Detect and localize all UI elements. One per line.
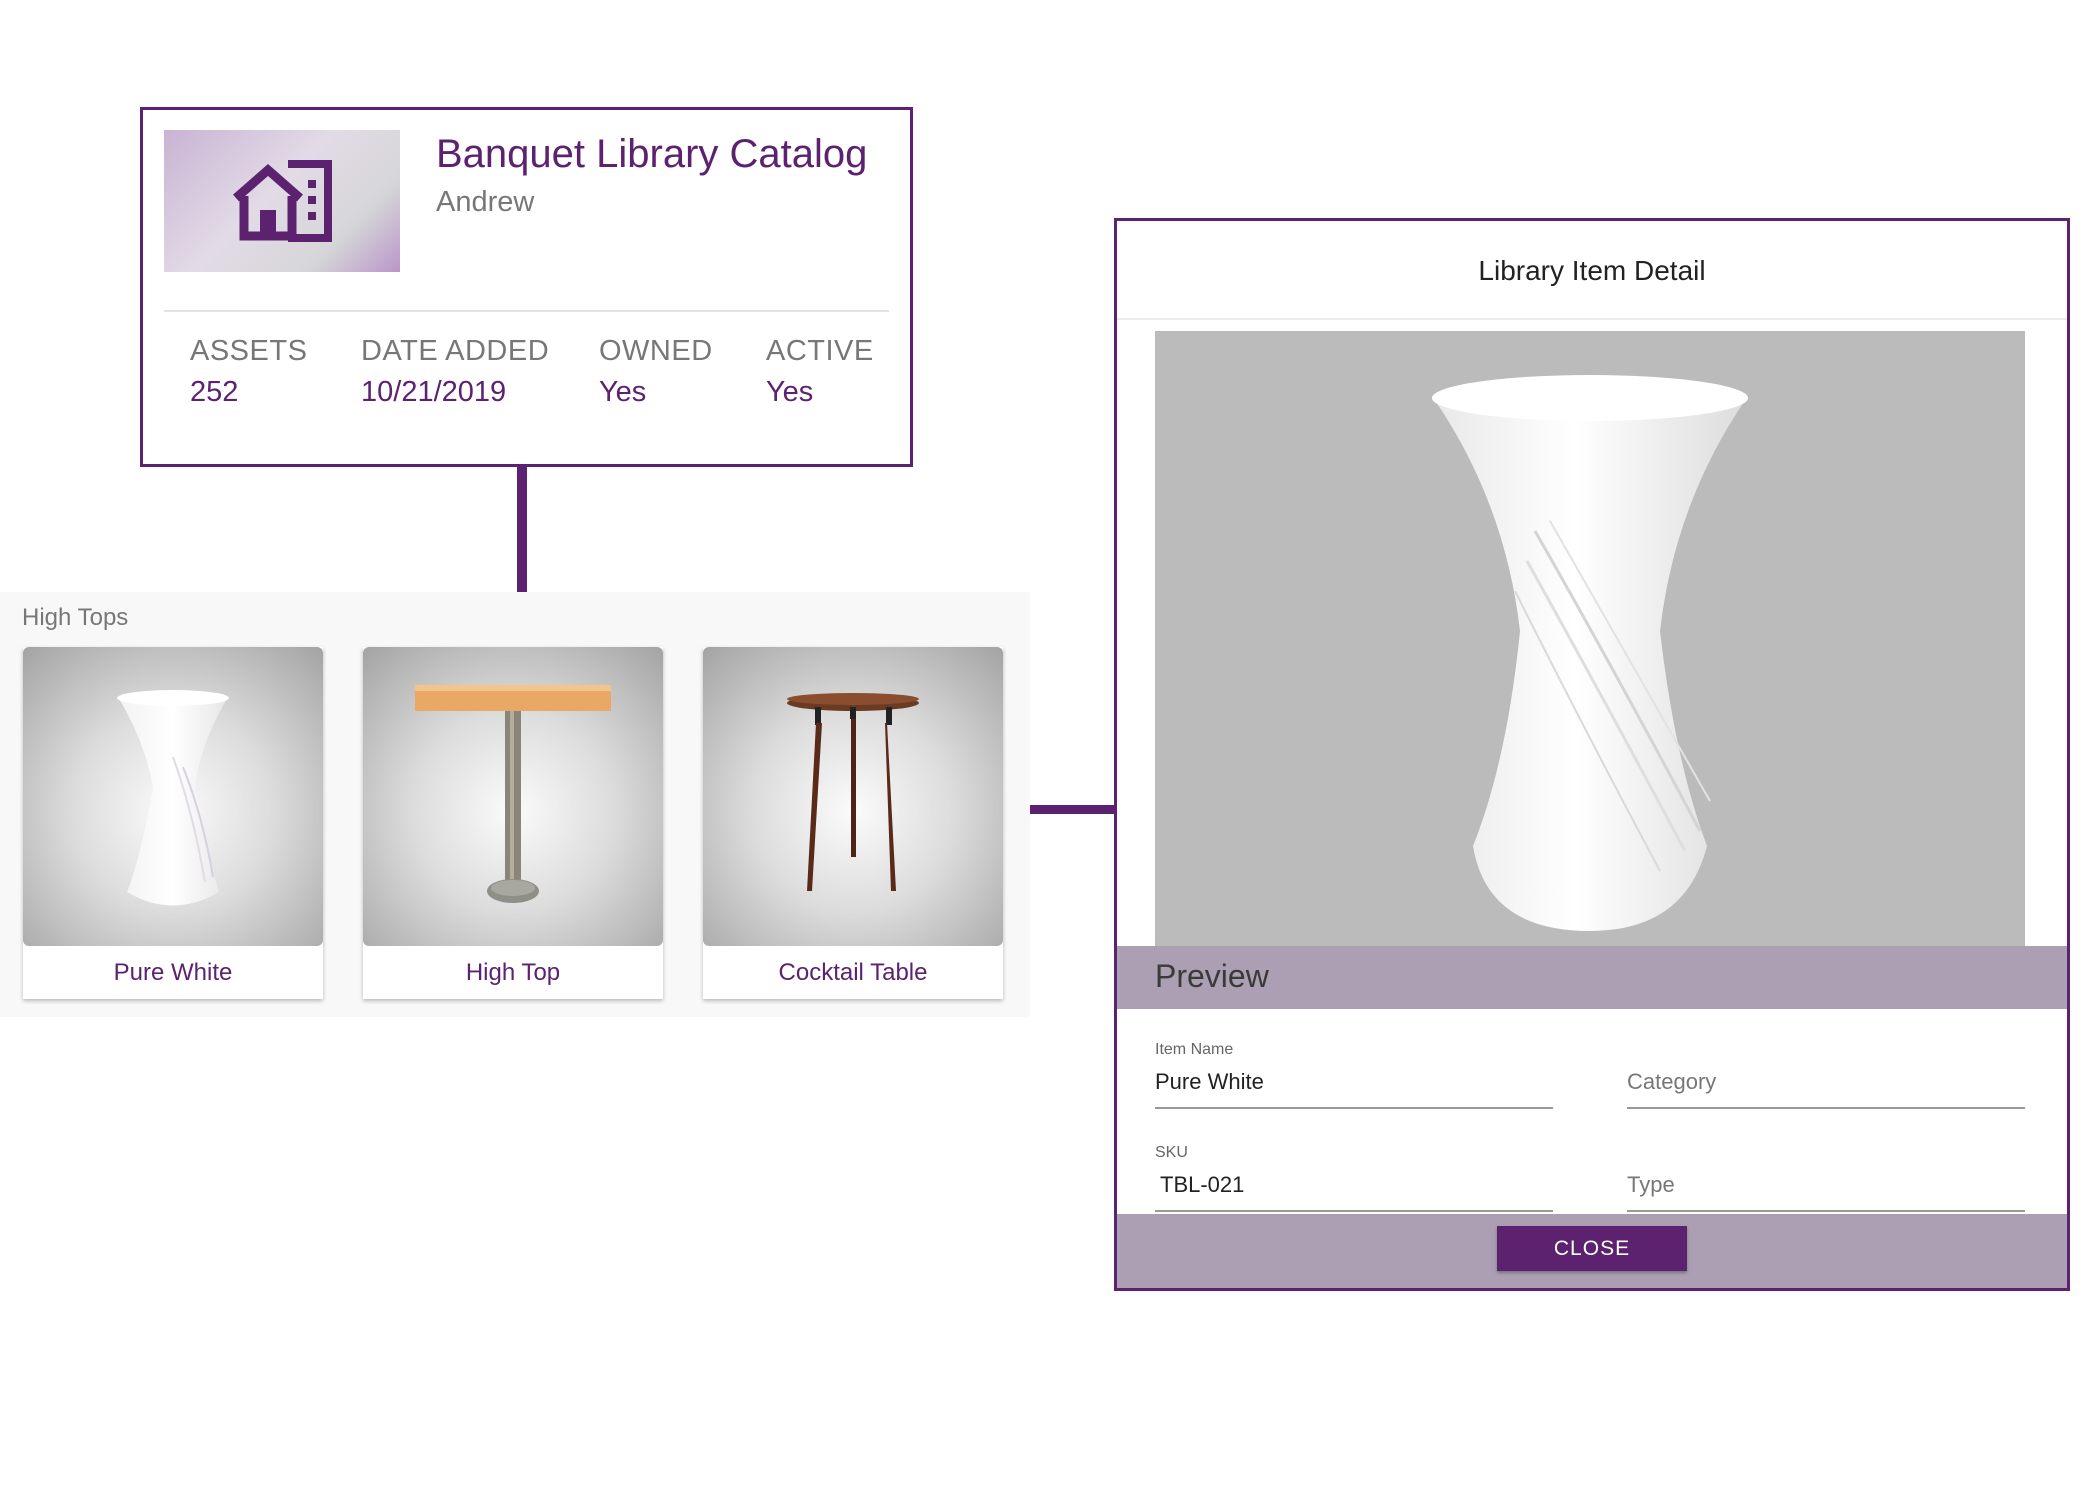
- building-icon: [233, 160, 332, 242]
- twisted-white-table-preview: [1432, 375, 1748, 931]
- field-underline: [1627, 1107, 2025, 1109]
- item-card-pure-white[interactable]: Pure White: [23, 647, 323, 999]
- stat-label: OWNED: [599, 335, 713, 367]
- stat-value: Yes: [766, 376, 814, 408]
- stat-active: ACTIVE Yes: [766, 335, 874, 409]
- item-label: Cocktail Table: [778, 959, 928, 986]
- divider: [1117, 318, 2067, 320]
- item-label: High Top: [465, 959, 561, 986]
- catalog-thumbnail: [164, 130, 400, 272]
- stat-value: Yes: [599, 376, 647, 408]
- item-name-value[interactable]: Pure White: [1155, 1069, 1264, 1095]
- item-name-label: Item Name: [1155, 1041, 1234, 1058]
- divider: [164, 310, 889, 312]
- type-field[interactable]: Type: [1627, 1144, 2025, 1214]
- stat-owned: OWNED Yes: [599, 335, 713, 409]
- sku-label: SKU: [1155, 1144, 1188, 1161]
- item-label: Pure White: [113, 959, 233, 986]
- catalog-owner: Andrew: [436, 186, 535, 218]
- item-name-field[interactable]: Item Name Pure White: [1155, 1041, 1553, 1111]
- preview-viewport[interactable]: [1155, 331, 2025, 946]
- item-card-high-top[interactable]: High Top: [363, 647, 663, 999]
- item-image[interactable]: [23, 647, 323, 946]
- catalog-title: Banquet Library Catalog: [436, 132, 868, 176]
- category-placeholder[interactable]: Category: [1627, 1069, 1716, 1095]
- dialog-title: Library Item Detail: [1478, 255, 1706, 286]
- item-card-cocktail-table[interactable]: Cocktail Table: [703, 647, 1003, 999]
- stat-date-added: DATE ADDED 10/21/2019: [361, 335, 549, 409]
- sku-field[interactable]: SKU TBL-021: [1155, 1144, 1553, 1214]
- gallery-title: High Tops: [22, 604, 129, 631]
- round-wood-cocktail-table-image: [787, 693, 919, 891]
- stat-label: DATE ADDED: [361, 335, 550, 367]
- stat-label: ACTIVE: [766, 335, 874, 367]
- stat-value: 252: [190, 376, 239, 408]
- close-button[interactable]: CLOSE: [1497, 1226, 1687, 1271]
- item-image[interactable]: [703, 647, 1003, 946]
- field-underline: [1155, 1107, 1553, 1109]
- dialog-footer: CLOSE: [1117, 1214, 2067, 1288]
- twisted-white-table-image: [117, 690, 229, 906]
- stat-assets: ASSETS 252: [190, 335, 307, 409]
- connector-line: [517, 467, 527, 592]
- item-image[interactable]: [363, 647, 663, 946]
- stat-label: ASSETS: [190, 335, 308, 367]
- library-item-detail-dialog: Library Item Detail Preview Item Name Pu…: [1114, 218, 2070, 1291]
- square-wood-high-top-table-image: [415, 685, 611, 903]
- catalog-card[interactable]: Banquet Library Catalog Andrew ASSETS 25…: [140, 107, 913, 467]
- gallery-panel: High Tops Pure White High Top Cocktail T…: [0, 592, 1030, 1017]
- category-field[interactable]: Category: [1627, 1041, 2025, 1111]
- stat-value: 10/21/2019: [361, 376, 507, 408]
- type-placeholder[interactable]: Type: [1627, 1172, 1675, 1198]
- preview-label: Preview: [1155, 958, 1269, 994]
- sku-value[interactable]: TBL-021: [1160, 1172, 1244, 1198]
- field-underline: [1155, 1210, 1553, 1212]
- field-underline: [1627, 1210, 2025, 1212]
- connector-line: [1030, 805, 1114, 814]
- preview-bar: Preview: [1117, 946, 2067, 1009]
